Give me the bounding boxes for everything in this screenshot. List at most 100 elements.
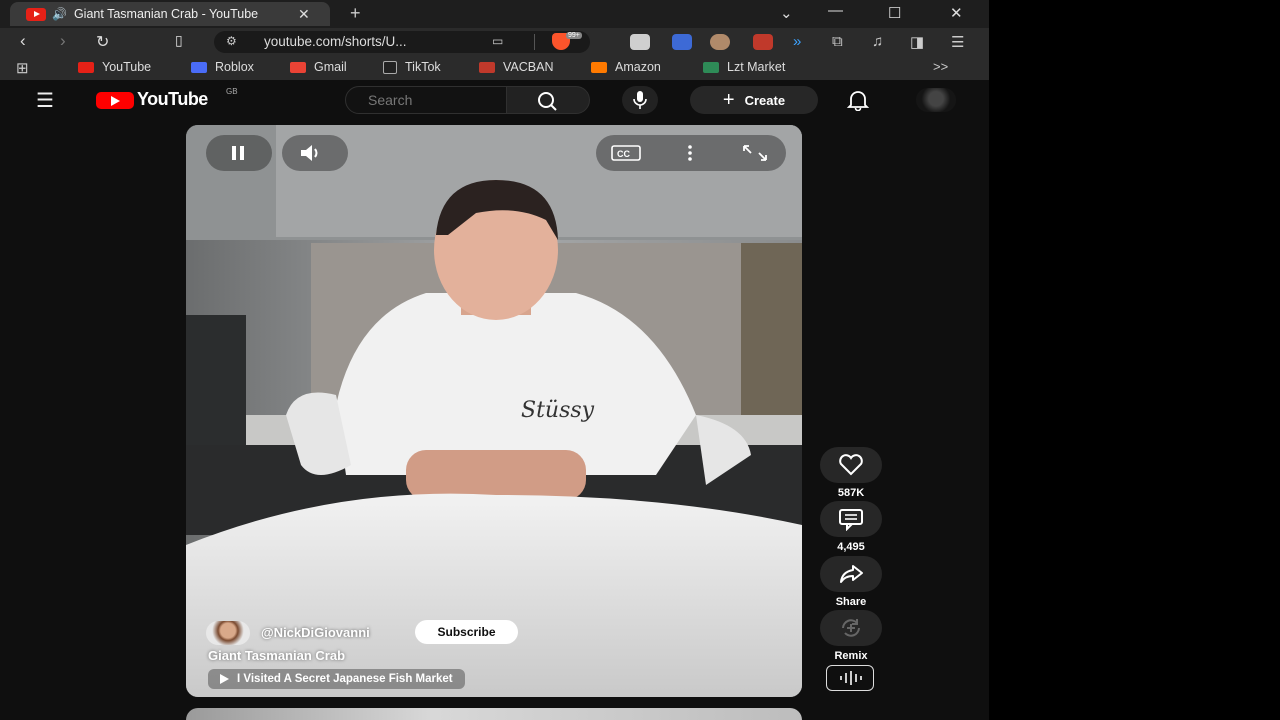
url-text[interactable]: youtube.com/shorts/U...: [264, 34, 407, 49]
related-video-title: I Visited A Secret Japanese Fish Market: [237, 673, 453, 685]
share-arrow-icon: [840, 565, 863, 583]
closed-captions-icon[interactable]: CC: [611, 145, 641, 161]
related-video-link[interactable]: I Visited A Secret Japanese Fish Market: [208, 669, 465, 689]
extension-icon[interactable]: [630, 34, 650, 50]
amazon-icon: [591, 61, 607, 73]
region-code: GB: [226, 87, 238, 96]
tab-search-chevron-icon[interactable]: ⌄: [780, 4, 793, 22]
address-bar[interactable]: ⚙ youtube.com/shorts/U... ▭: [214, 31, 590, 53]
guide-menu-icon[interactable]: ☰: [36, 88, 54, 113]
extension-icon[interactable]: [753, 34, 773, 50]
close-tab-icon[interactable]: ✕: [298, 6, 310, 23]
maximize-button[interactable]: ☐: [888, 4, 901, 22]
search-icon: [538, 92, 557, 111]
shirt-logo: Stüssy: [521, 398, 595, 423]
comment-icon: [839, 509, 863, 531]
expand-icon[interactable]: [741, 143, 769, 163]
omnibox-divider: [534, 34, 535, 50]
back-button[interactable]: ‹: [20, 31, 26, 51]
youtube-header: ☰ YouTube GB + Create: [0, 80, 989, 120]
like-button[interactable]: [820, 447, 882, 483]
next-short-preview[interactable]: [186, 708, 802, 720]
share-label: Share: [835, 596, 867, 608]
bookmark-label: VACBAN: [503, 60, 554, 74]
bookmark-tiktok[interactable]: TikTok: [383, 60, 441, 74]
browser-window: 🔊 Giant Tasmanian Crab - YouTube ✕ + ⌄ —…: [0, 0, 989, 720]
forward-button[interactable]: ›: [60, 31, 66, 51]
tab-title: Giant Tasmanian Crab - YouTube: [73, 7, 259, 21]
extensions-puzzle-icon[interactable]: ⧉: [832, 33, 843, 50]
more-bookmarks-icon[interactable]: >>: [933, 59, 948, 74]
bookmark-amazon[interactable]: Amazon: [591, 60, 661, 74]
sound-waveform-icon: [840, 671, 862, 685]
remix-button[interactable]: [820, 610, 882, 646]
microphone-icon: [633, 91, 647, 109]
short-title[interactable]: Giant Tasmanian Crab: [208, 648, 345, 663]
youtube-favicon-icon: [26, 7, 46, 21]
site-settings-icon[interactable]: ⚙: [226, 34, 237, 48]
voice-search-button[interactable]: [622, 86, 658, 114]
extension-icon[interactable]: [672, 34, 692, 50]
minimize-button[interactable]: —: [828, 2, 843, 19]
plus-icon: +: [722, 88, 735, 111]
bookmarks-bar: ⊞ YouTube Roblox Gmail TikTok VACBAN Ama…: [0, 56, 989, 80]
volume-icon[interactable]: [299, 144, 325, 162]
subscribe-button[interactable]: Subscribe: [415, 620, 518, 644]
apps-grid-icon[interactable]: ⊞: [16, 59, 29, 77]
video-frame: Stüssy: [186, 125, 802, 697]
media-controls-icon[interactable]: ♫: [872, 33, 883, 50]
bookmark-vacban[interactable]: VACBAN: [479, 60, 553, 74]
brave-badge: 99+: [566, 32, 582, 39]
menu-icon[interactable]: ☰: [951, 33, 964, 51]
remix-icon: [842, 619, 860, 637]
new-tab-button[interactable]: +: [350, 3, 361, 24]
close-window-button[interactable]: ✕: [950, 4, 963, 22]
bookmark-youtube[interactable]: YouTube: [78, 60, 151, 74]
account-avatar[interactable]: [916, 88, 956, 112]
search-box[interactable]: [345, 86, 510, 114]
extension-icon[interactable]: »: [793, 33, 801, 50]
youtube-icon: [78, 61, 94, 73]
speaker-icon[interactable]: 🔊: [52, 7, 67, 21]
search-button[interactable]: [506, 86, 590, 114]
share-action: Share: [820, 556, 882, 608]
gmail-icon: [290, 61, 306, 73]
youtube-logo-icon[interactable]: [96, 92, 134, 109]
bookmark-roblox[interactable]: Roblox: [191, 60, 254, 74]
original-sound-button[interactable]: [826, 665, 874, 691]
black-margin: [989, 0, 1280, 720]
channel-avatar[interactable]: [206, 621, 250, 645]
bookmark-label: Lzt Market: [727, 60, 786, 74]
bookmark-label: TikTok: [405, 60, 441, 74]
bookmark-label: Gmail: [314, 60, 347, 74]
cast-icon[interactable]: ▭: [492, 34, 503, 48]
sidebar-icon[interactable]: ◨: [910, 33, 924, 51]
bookmark-label: Amazon: [615, 60, 661, 74]
bookmark-label: YouTube: [102, 60, 152, 74]
search-input[interactable]: [366, 91, 510, 109]
lzt-market-icon: [703, 61, 719, 73]
channel-name[interactable]: @NickDiGiovanni: [261, 625, 370, 640]
bookmark-icon[interactable]: ▯: [175, 32, 183, 49]
svg-text:CC: CC: [617, 149, 630, 159]
create-button[interactable]: + Create: [690, 86, 818, 114]
vacban-icon: [479, 61, 495, 73]
bookmark-gmail[interactable]: Gmail: [290, 60, 347, 74]
more-options-icon[interactable]: [686, 144, 694, 162]
create-label: Create: [744, 92, 786, 108]
pause-icon[interactable]: [230, 145, 246, 161]
youtube-logo-text[interactable]: YouTube: [137, 89, 208, 110]
short-video-player[interactable]: Stüssy CC @NickDiGiovanni Subscribe Gian…: [186, 125, 802, 697]
reload-button[interactable]: ↻: [96, 32, 109, 52]
browser-tab[interactable]: 🔊 Giant Tasmanian Crab - YouTube ✕: [10, 2, 330, 26]
bookmark-lzt-market[interactable]: Lzt Market: [703, 60, 785, 74]
comment-action: 4,495: [820, 501, 882, 553]
remix-action: Remix: [820, 610, 882, 662]
roblox-icon: [191, 61, 207, 73]
extension-icon[interactable]: [710, 34, 730, 50]
notifications-bell-icon[interactable]: [846, 89, 870, 111]
heart-icon: [839, 454, 863, 476]
remix-label: Remix: [834, 650, 868, 662]
comments-button[interactable]: [820, 501, 882, 537]
share-button[interactable]: [820, 556, 882, 592]
